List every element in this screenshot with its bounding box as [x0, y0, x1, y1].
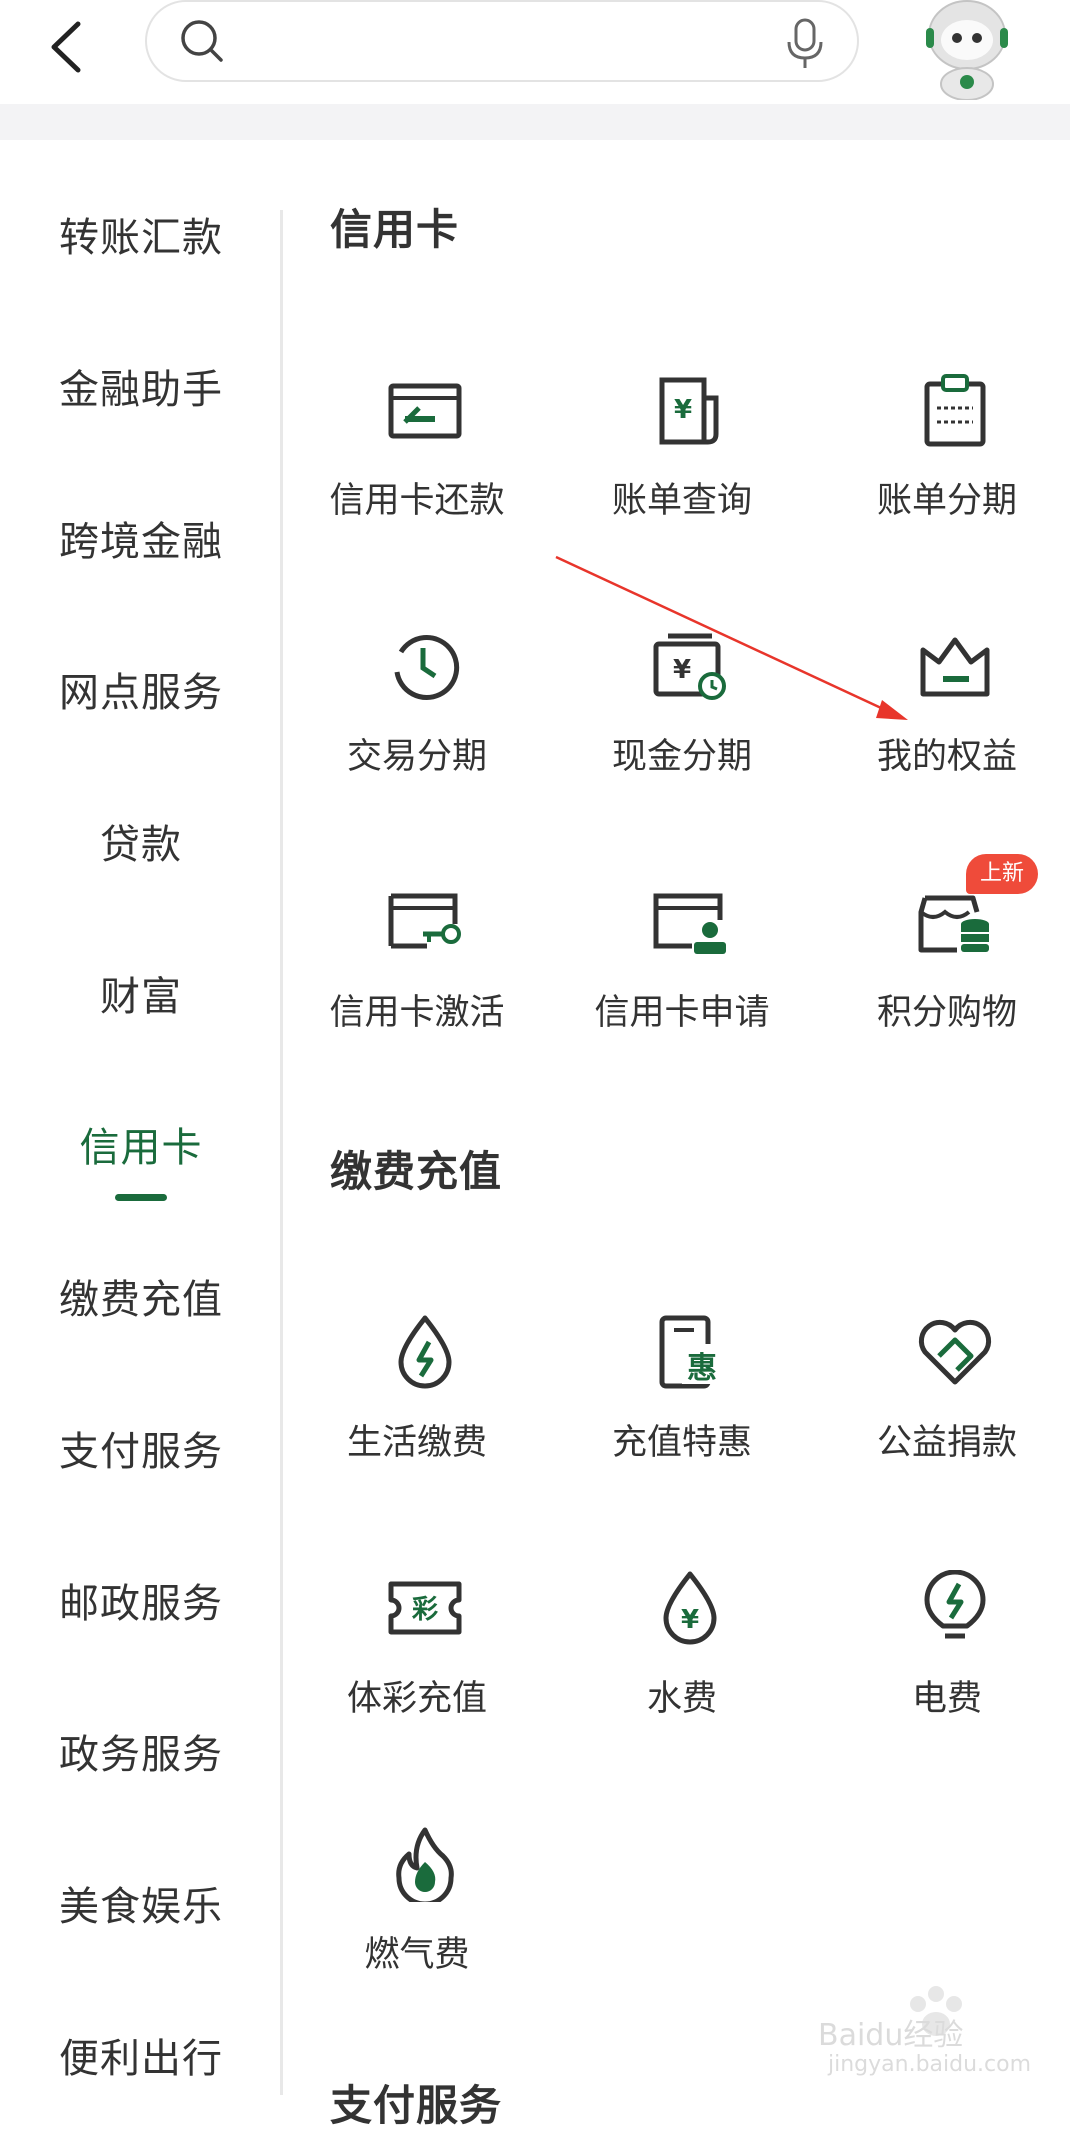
- bill-query-item[interactable]: ¥ 账单查询: [549, 372, 815, 562]
- microphone-icon[interactable]: [783, 16, 827, 72]
- back-arrow-icon: [51, 21, 81, 73]
- crown-icon: [920, 637, 990, 697]
- sidebar-item-loan[interactable]: 贷款: [0, 805, 282, 885]
- item-label: 信用卡申请: [594, 993, 770, 1033]
- sidebar-item-finance-assistant[interactable]: 金融助手: [0, 350, 282, 430]
- svg-text:¥: ¥: [681, 1605, 699, 1635]
- back-button[interactable]: [38, 10, 98, 80]
- robot-avatar[interactable]: [912, 0, 1022, 101]
- item-label: 燃气费: [364, 1935, 470, 1975]
- sidebar-item-payment-service[interactable]: 支付服务: [0, 1412, 282, 1492]
- watermark-url: jingyan.baidu.com: [828, 2052, 1032, 2077]
- svg-text:¥: ¥: [674, 395, 692, 425]
- item-label: 水费: [646, 1679, 717, 1719]
- card-repay-icon: [388, 383, 462, 439]
- top-bar: [0, 0, 1070, 104]
- sidebar-item-food-entertainment[interactable]: 美食娱乐: [0, 1867, 282, 1947]
- points-shopping-item[interactable]: 上新 积分购物: [814, 854, 1070, 1074]
- search-icon: [181, 20, 223, 62]
- search-bar[interactable]: [145, 0, 859, 82]
- card-activate-icon: [388, 893, 461, 949]
- section-title-payment-service: 支付服务: [330, 2081, 503, 2130]
- card-apply-item[interactable]: 信用卡申请: [549, 884, 815, 1074]
- sidebar-item-postal-service[interactable]: 邮政服务: [0, 1564, 282, 1644]
- clock-installment-icon: [394, 635, 460, 700]
- item-label: 现金分期: [611, 737, 752, 777]
- gas-fee-item[interactable]: 燃气费: [284, 1826, 550, 2016]
- water-fee-item[interactable]: ¥ 水费: [549, 1570, 815, 1760]
- recharge-discount-item[interactable]: 惠 充值特惠: [549, 1314, 815, 1504]
- active-tab-indicator: [115, 1194, 167, 1201]
- life-payment-icon: [398, 1315, 452, 1389]
- item-label: 体彩充值: [346, 1679, 487, 1719]
- bill-query-icon: ¥: [659, 377, 719, 445]
- sidebar-item-cross-border[interactable]: 跨境金融: [0, 502, 282, 582]
- recharge-discount-icon: 惠: [659, 1315, 722, 1389]
- search-input[interactable]: [242, 16, 786, 70]
- my-benefits-item[interactable]: 我的权益: [814, 628, 1070, 818]
- cash-installment-icon: ¥: [653, 633, 726, 700]
- credit-card-repay-item[interactable]: 信用卡还款: [284, 372, 550, 562]
- sidebar-item-bill-recharge[interactable]: 缴费充值: [0, 1260, 282, 1340]
- life-payment-item[interactable]: 生活缴费: [284, 1314, 550, 1504]
- points-shop-icon: [918, 895, 989, 953]
- item-label: 交易分期: [346, 737, 487, 777]
- item-label: 积分购物: [876, 993, 1017, 1033]
- sidebar-item-transfer[interactable]: 转账汇款: [0, 198, 282, 278]
- bill-installment-item[interactable]: 账单分期: [814, 372, 1070, 562]
- section-title-bill-recharge: 缴费充值: [330, 1147, 503, 1196]
- sidebar-item-gov-service[interactable]: 政务服务: [0, 1715, 282, 1795]
- item-label: 信用卡还款: [329, 481, 505, 521]
- header-separator-band: [0, 104, 1070, 140]
- lottery-ticket-icon: 彩: [388, 1581, 462, 1635]
- item-label: 账单分期: [876, 481, 1017, 521]
- sidebar-item-branch-service[interactable]: 网点服务: [0, 653, 282, 733]
- charity-donation-item[interactable]: 公益捐款: [814, 1314, 1070, 1504]
- item-label: 我的权益: [876, 737, 1017, 777]
- lottery-recharge-item[interactable]: 彩 体彩充值: [284, 1570, 550, 1760]
- svg-text:¥: ¥: [673, 655, 691, 685]
- cash-installment-item[interactable]: ¥ 现金分期: [549, 628, 815, 818]
- lightbulb-icon: [924, 1570, 986, 1639]
- svg-text:惠: 惠: [687, 1351, 717, 1386]
- sidebar-item-credit-card[interactable]: 信用卡: [0, 1108, 282, 1188]
- item-label: 账单查询: [611, 481, 752, 521]
- item-label: 生活缴费: [346, 1423, 487, 1463]
- electricity-fee-item[interactable]: 电费: [814, 1570, 1070, 1760]
- transaction-installment-item[interactable]: 交易分期: [284, 628, 550, 818]
- charity-heart-icon: [918, 1319, 992, 1385]
- sidebar-item-wealth[interactable]: 财富: [0, 957, 282, 1037]
- gas-flame-icon: [396, 1827, 454, 1902]
- item-label: 公益捐款: [876, 1423, 1017, 1463]
- section-title-credit-card: 信用卡: [330, 205, 460, 254]
- item-label: 充值特惠: [611, 1423, 752, 1463]
- svg-text:彩: 彩: [411, 1595, 438, 1625]
- card-activate-item[interactable]: 信用卡激活: [284, 884, 550, 1074]
- water-drop-icon: ¥: [663, 1571, 717, 1645]
- item-label: 电费: [911, 1679, 982, 1719]
- baidu-watermark: Baidu经验 jingyan.baidu.com: [818, 1980, 1038, 2080]
- new-badge: 上新: [966, 854, 1038, 894]
- bill-installment-icon: [924, 374, 986, 447]
- item-label: 信用卡激活: [329, 993, 505, 1033]
- watermark-brand: Baidu经验: [818, 2018, 964, 2053]
- card-apply-icon: [653, 893, 726, 954]
- sidebar-item-travel[interactable]: 便利出行: [0, 2019, 282, 2099]
